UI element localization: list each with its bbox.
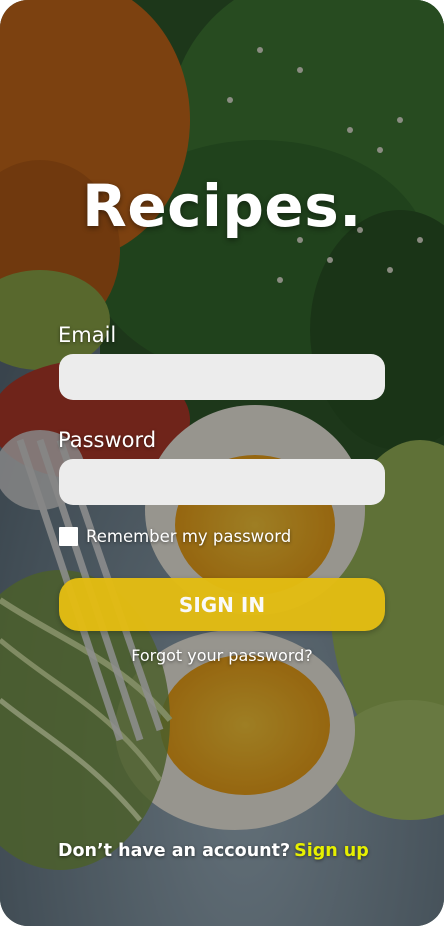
sign-up-link[interactable]: Sign up xyxy=(294,841,369,861)
remember-checkbox[interactable] xyxy=(59,527,78,546)
sign-in-button[interactable]: SIGN IN xyxy=(59,578,385,631)
signup-prompt: Don’t have an account? Sign up xyxy=(58,841,369,861)
email-field[interactable] xyxy=(59,354,385,400)
remember-label: Remember my password xyxy=(86,527,292,546)
app-title: Recipes. xyxy=(82,172,362,240)
password-label: Password xyxy=(58,428,157,452)
login-screen: Recipes. Email Password Remember my pass… xyxy=(0,0,444,926)
forgot-password-link[interactable]: Forgot your password? xyxy=(0,646,444,665)
password-field[interactable] xyxy=(59,459,385,505)
email-label: Email xyxy=(58,323,117,347)
remember-password-row[interactable]: Remember my password xyxy=(59,527,291,546)
phone-frame: Recipes. Email Password Remember my pass… xyxy=(0,0,444,926)
signup-prompt-text: Don’t have an account? xyxy=(58,841,291,861)
